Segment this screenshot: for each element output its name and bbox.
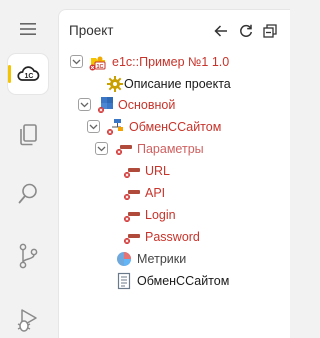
- onec-tile: 1C: [7, 54, 48, 94]
- tree-item-project-description[interactable]: Описание проекта: [59, 73, 291, 95]
- onec-project-view-button[interactable]: 1C: [0, 52, 55, 96]
- tree-item-label: Метрики: [137, 252, 187, 266]
- menu-button[interactable]: [0, 7, 55, 51]
- tree-item-param[interactable]: Password: [59, 226, 291, 248]
- field-icon: [124, 212, 140, 222]
- panel-title: Проект: [69, 23, 114, 38]
- tree-item-param[interactable]: URL: [59, 160, 291, 182]
- tree-item-param[interactable]: API: [59, 182, 291, 204]
- collapse-all-icon: [263, 24, 277, 38]
- svg-text:1C: 1C: [97, 64, 104, 70]
- hamburger-icon: [19, 23, 36, 35]
- tree-item-param[interactable]: Login: [59, 204, 291, 226]
- search-button[interactable]: [0, 172, 55, 216]
- tree-item-label: Login: [145, 208, 176, 222]
- tree-item-label: Параметры: [137, 142, 204, 156]
- chevron-down-icon[interactable]: [87, 120, 100, 133]
- tree-item-module-file[interactable]: ОбменССайтом: [59, 270, 291, 292]
- subsystem-icon: [98, 97, 113, 113]
- explorer-button[interactable]: [0, 113, 55, 157]
- project-panel: Проект 1C e1c::Пример №1 1.0 Описание пр…: [58, 9, 290, 338]
- tree-item-label: ОбменССайтом: [129, 120, 222, 134]
- tree-item-module[interactable]: ОбменССайтом: [59, 116, 291, 138]
- params-folder-icon: [116, 145, 132, 155]
- gear-icon: [107, 76, 123, 92]
- tree-item-label: Описание проекта: [124, 77, 231, 91]
- tree-item-label: Основной: [118, 98, 176, 112]
- tree-item-label: API: [145, 186, 166, 200]
- project-folder-icon: 1C: [89, 56, 106, 71]
- source-control-icon: [19, 243, 37, 269]
- tree-item-metrics[interactable]: Метрики: [59, 248, 291, 270]
- file-icon: [117, 272, 131, 290]
- files-icon: [19, 124, 37, 146]
- chevron-down-icon[interactable]: [70, 55, 83, 68]
- tree-item-root[interactable]: 1C e1c::Пример №1 1.0: [59, 51, 291, 73]
- tree-item-label: e1c::Пример №1 1.0: [112, 55, 230, 69]
- tree-item-params[interactable]: Параметры: [59, 138, 291, 160]
- common-module-icon: [107, 119, 123, 135]
- tree-item-label: URL: [145, 164, 171, 178]
- collapse-all-button[interactable]: [260, 21, 280, 41]
- source-control-button[interactable]: [0, 234, 55, 278]
- tree-item-label: Password: [145, 230, 200, 244]
- refresh-button[interactable]: [236, 21, 256, 41]
- run-debug-button[interactable]: [0, 298, 55, 338]
- onec-cloud-icon: 1C: [16, 66, 39, 81]
- tree-item-label: ОбменССайтом: [137, 274, 230, 288]
- search-icon: [18, 183, 37, 204]
- field-icon: [124, 190, 140, 200]
- refresh-icon: [240, 24, 253, 37]
- run-debug-icon: [17, 309, 37, 332]
- active-indicator: [8, 65, 11, 83]
- svg-text:1C: 1C: [24, 73, 33, 80]
- tree-item-main[interactable]: Основной: [59, 94, 291, 116]
- chevron-down-icon[interactable]: [78, 98, 91, 111]
- arrow-left-icon: [214, 25, 227, 37]
- pie-chart-icon: [117, 252, 131, 266]
- activity-bar: 1C: [0, 0, 55, 338]
- back-button[interactable]: [211, 21, 231, 41]
- field-icon: [124, 234, 140, 244]
- field-icon: [124, 168, 140, 178]
- chevron-down-icon[interactable]: [95, 142, 108, 155]
